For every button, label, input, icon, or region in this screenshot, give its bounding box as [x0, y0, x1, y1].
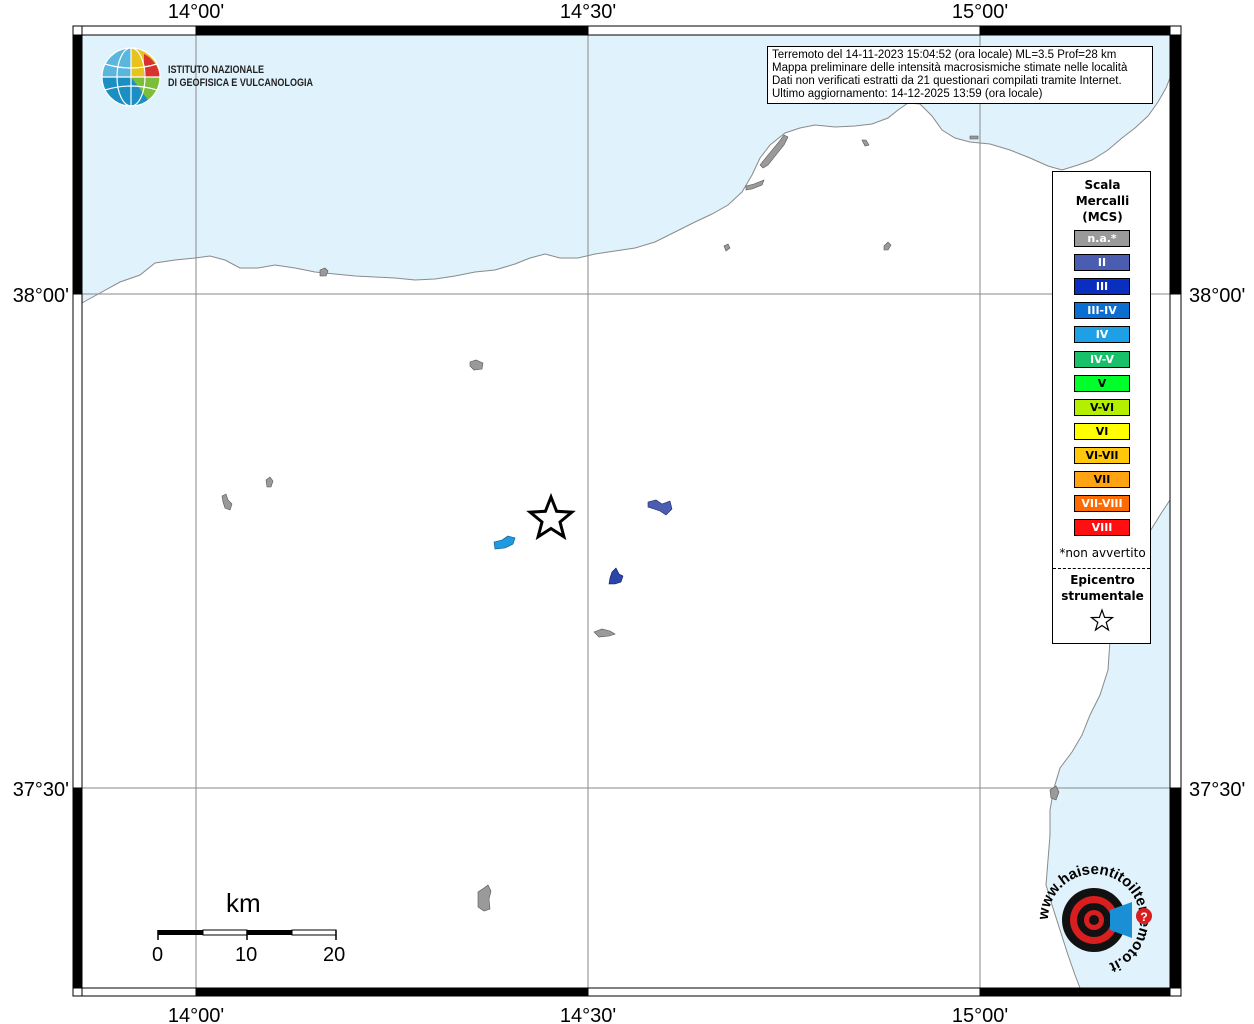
scale-bar-label-10: 10: [235, 944, 258, 966]
scale-bar-label-20: 20: [323, 944, 346, 966]
ingv-name: ISTITUTO NAZIONALE DI GEOFISICA E VULCAN…: [168, 64, 313, 90]
haisentitoilterremoto-logo: www.haisentitoilterremoto.it ?: [1035, 861, 1154, 976]
bottom-tick-14-00: 14°00': [168, 1005, 224, 1024]
top-tick-15-00: 15°00': [952, 1, 1008, 23]
mcs-legend: Scala Mercalli (MCS) n.a.* II III III-IV IV I…: [1052, 171, 1151, 644]
scale-bar-unit: km: [226, 888, 261, 918]
legend-note: *non avvertito: [1059, 546, 1146, 560]
bottom-tick-14-30: 14°30': [560, 1005, 616, 1024]
legend-item: II: [1074, 254, 1130, 272]
legend-item: VI: [1074, 422, 1130, 440]
ingv-globe-icon: [101, 47, 161, 107]
locality: [969, 135, 979, 140]
legend-title: Scala Mercalli (MCS): [1075, 178, 1130, 224]
legend-epicenter-star-icon: [1089, 608, 1115, 632]
legend-item: VI-VII: [1074, 446, 1130, 464]
legend-separator: [1053, 568, 1150, 569]
legend-item: IV-V: [1074, 350, 1130, 368]
legend-item: VIII: [1074, 519, 1130, 537]
left-tick-37-30: 37°30': [13, 779, 69, 801]
ingv-logo: ISTITUTO NAZIONALE DI GEOFISICA E VULCAN…: [100, 46, 360, 110]
legend-item: V-VI: [1074, 398, 1130, 416]
top-tick-14-30: 14°30': [560, 1, 616, 23]
event-info-line3: Dati non verificati estratti da 21 quest…: [772, 75, 1122, 87]
event-info-line4: Ultimo aggiornamento: 14-12-2025 13:59 (…: [772, 88, 1043, 100]
legend-item: V: [1074, 374, 1130, 392]
question-mark-icon: ?: [1140, 910, 1147, 924]
right-tick-37-30: 37°30': [1189, 779, 1245, 801]
top-tick-14-00: 14°00': [168, 1, 224, 23]
bottom-tick-15-00: 15°00': [952, 1005, 1008, 1024]
right-tick-38-00: 38°00': [1189, 285, 1245, 307]
scale-bar-label-0: 0: [152, 944, 164, 966]
legend-item: n.a.*: [1074, 230, 1130, 247]
legend-item: III-IV: [1074, 302, 1130, 320]
legend-item: IV: [1074, 326, 1130, 344]
ingv-name-line1: ISTITUTO NAZIONALE: [168, 64, 265, 76]
legend-item: VII-VIII: [1074, 495, 1130, 513]
legend-item: III: [1074, 278, 1130, 296]
event-info-box: Terremoto del 14-11-2023 15:04:52 (ora l…: [767, 46, 1153, 104]
event-info-line2: Mappa preliminare delle intensità macros…: [772, 62, 1128, 74]
legend-epicenter-label: Epicentro strumentale: [1061, 573, 1144, 603]
legend-item: VII: [1074, 471, 1130, 488]
event-info-line1: Terremoto del 14-11-2023 15:04:52 (ora l…: [772, 49, 1117, 61]
ingv-name-line2: DI GEOFISICA E VULCANOLOGIA: [168, 77, 313, 89]
left-tick-38-00: 38°00': [13, 285, 69, 307]
